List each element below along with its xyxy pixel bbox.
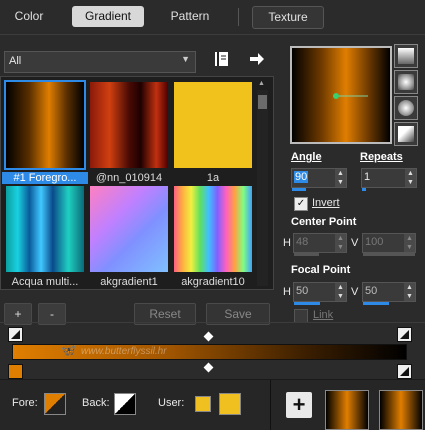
spinner-arrows-icon[interactable]: ▲ ▼	[335, 234, 346, 252]
center-h-label: H	[283, 237, 291, 249]
gallery-item[interactable]: 1a	[174, 82, 252, 184]
color-midpoint-marker[interactable]	[203, 362, 214, 373]
bottom-divider	[270, 380, 271, 430]
gradient-bar[interactable]: 🦋 www.butterflyssil.hr	[12, 343, 407, 360]
gallery-item[interactable]: akgradient10	[174, 186, 252, 288]
angle-label: Angle	[291, 151, 322, 163]
recent-gradient-swatch[interactable]	[325, 390, 369, 430]
repeats-label: Repeats	[360, 151, 403, 163]
color-stop-marker[interactable]	[397, 364, 412, 379]
gradient-swatch	[90, 82, 168, 168]
center-v-spinner[interactable]: 100 ▲ ▼	[362, 233, 416, 256]
gallery-item-label: #1 Foregro...	[2, 172, 88, 184]
invert-label: Invert	[312, 197, 340, 209]
center-h-value: 48	[296, 236, 309, 248]
gallery-item[interactable]: akgradient1	[90, 186, 168, 288]
back-label: Back:	[82, 397, 110, 409]
focal-point-label: Focal Point	[291, 264, 351, 276]
focal-h-label: H	[283, 286, 291, 298]
link-label: Link	[313, 309, 334, 321]
bottom-panel: Fore: Back: User: +	[0, 379, 425, 430]
rectangular-style-icon[interactable]	[394, 70, 418, 94]
recent-gradient-swatch[interactable]	[379, 390, 423, 430]
tab-pattern[interactable]: Pattern	[155, 6, 225, 27]
center-v-slider[interactable]	[363, 253, 415, 256]
gradient-swatch	[174, 186, 252, 272]
gradient-preview[interactable]	[290, 46, 392, 144]
gallery-item-label: Acqua multi...	[11, 276, 79, 288]
user-label: User:	[158, 397, 185, 409]
gradient-swatch	[6, 186, 84, 272]
opacity-midpoint-marker[interactable]	[203, 331, 214, 342]
spinner-arrows-icon[interactable]: ▲ ▼	[404, 234, 415, 252]
library-icon[interactable]	[214, 50, 230, 68]
scrollbar-thumb[interactable]	[258, 95, 267, 109]
add-swatch-button[interactable]: +	[286, 392, 312, 418]
repeats-value: 1	[364, 171, 371, 183]
category-value: All	[9, 55, 22, 67]
tab-texture[interactable]: Texture	[252, 6, 324, 29]
tab-divider	[0, 34, 425, 35]
angle-value: 90	[294, 171, 309, 183]
sunburst-style-icon[interactable]	[394, 122, 418, 146]
tab-color[interactable]: Color	[4, 6, 54, 27]
radial-style-icon[interactable]	[394, 96, 418, 120]
user-color-swatch[interactable]	[219, 393, 241, 415]
link-checkbox[interactable]	[294, 309, 308, 323]
spinner-arrows-icon[interactable]: ▲ ▼	[404, 283, 415, 301]
tab-gradient[interactable]: Gradient	[72, 6, 144, 27]
gallery-item-label: 1a	[206, 172, 220, 184]
repeats-slider[interactable]	[362, 188, 366, 191]
center-point-label: Center Point	[291, 216, 357, 228]
chevron-down-icon: ▼	[181, 54, 190, 64]
focal-v-spinner[interactable]: 50 ▲ ▼	[362, 282, 416, 305]
gallery-item[interactable]: #1 Foregro...	[2, 80, 88, 184]
center-v-label: V	[351, 237, 359, 249]
gradient-swatch	[6, 82, 84, 168]
center-v-value: 100	[365, 236, 384, 248]
invert-checkbox[interactable]: ✓	[294, 197, 308, 211]
fore-label: Fore:	[12, 397, 38, 409]
angle-slider[interactable]	[292, 188, 306, 191]
background-swatch[interactable]	[114, 393, 136, 415]
gallery-item-label: akgradient1	[100, 276, 158, 288]
category-dropdown[interactable]: All ▼	[4, 51, 196, 73]
focal-h-value: 50	[296, 285, 309, 297]
center-point-handle[interactable]	[332, 92, 372, 100]
spinner-arrows-icon[interactable]: ▲ ▼	[405, 169, 416, 187]
gradient-swatch	[174, 82, 252, 168]
spinner-arrows-icon[interactable]: ▲ ▼	[335, 283, 346, 301]
linear-style-icon[interactable]	[394, 44, 418, 68]
opacity-stop-marker[interactable]	[397, 327, 412, 342]
color-stop-marker[interactable]	[8, 364, 23, 379]
arrow-right-icon[interactable]	[249, 52, 265, 66]
gallery-grid: #1 Foregro... @nn_010914 1a Acqua multi.…	[2, 80, 256, 290]
gradient-swatch	[90, 186, 168, 272]
gallery-item[interactable]: Acqua multi...	[6, 186, 84, 288]
gallery-item-label: @nn_010914	[95, 172, 163, 184]
center-h-spinner[interactable]: 48 ▲ ▼	[293, 233, 347, 256]
tab-separator	[238, 8, 239, 26]
focal-v-value: 50	[365, 285, 378, 297]
butterfly-icon: 🦋	[61, 343, 76, 357]
spinner-arrows-icon[interactable]: ▲ ▼	[335, 169, 346, 187]
tab-bar: Color Gradient Pattern Texture	[0, 0, 425, 34]
center-h-slider[interactable]	[294, 253, 319, 256]
editor-divider	[0, 322, 425, 323]
watermark-text: www.butterflyssil.hr	[81, 346, 167, 357]
focal-h-slider[interactable]	[294, 302, 320, 305]
focal-v-label: V	[351, 286, 359, 298]
focal-v-slider[interactable]	[363, 302, 389, 305]
foreground-swatch[interactable]	[44, 393, 66, 415]
gallery-scrollbar[interactable]	[257, 90, 268, 286]
opacity-stop-marker[interactable]	[8, 327, 23, 342]
focal-h-spinner[interactable]: 50 ▲ ▼	[293, 282, 347, 305]
gallery-item-label: akgradient10	[181, 276, 245, 288]
repeats-spinner[interactable]: 1 ▲ ▼	[361, 168, 417, 191]
gallery-item[interactable]: @nn_010914	[90, 82, 168, 184]
angle-spinner[interactable]: 90 ▲ ▼	[291, 168, 347, 191]
scroll-up-icon[interactable]: ▲	[258, 80, 265, 87]
user-color-swatch[interactable]	[195, 396, 211, 412]
